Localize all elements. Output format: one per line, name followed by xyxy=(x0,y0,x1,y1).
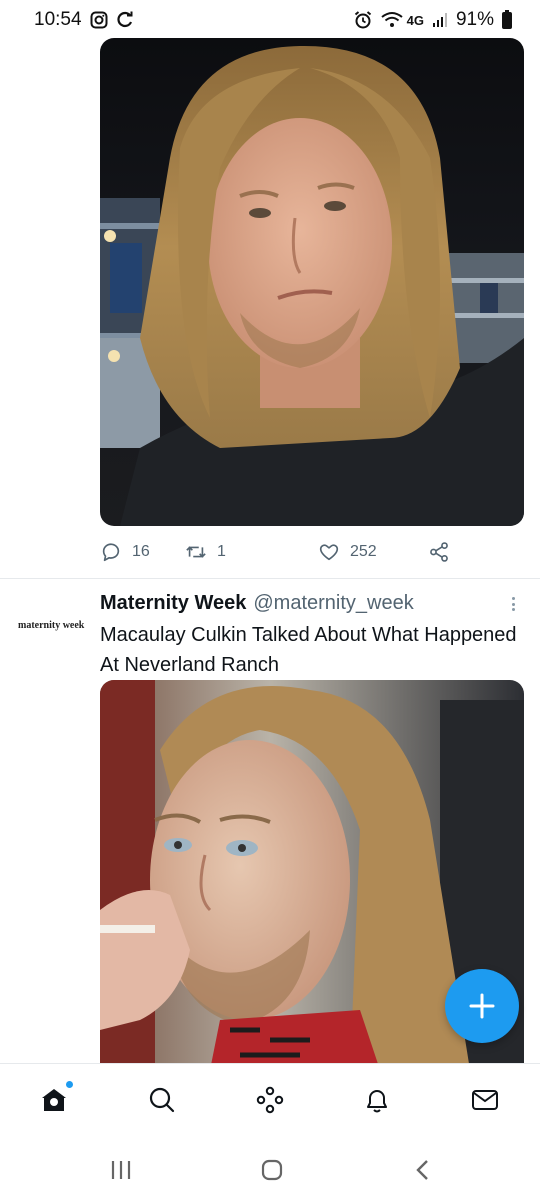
tweet-divider xyxy=(0,578,540,579)
tweet1-photo[interactable] xyxy=(100,38,524,526)
share-icon xyxy=(430,542,448,562)
like-button[interactable]: 252 xyxy=(318,541,377,563)
tweet1-actions: 16 1 252 xyxy=(100,536,480,568)
dot xyxy=(511,602,515,606)
compose-tweet-button[interactable] xyxy=(445,969,519,1043)
plus-icon xyxy=(469,993,495,1019)
nav-spaces[interactable] xyxy=(252,1082,288,1118)
tweet-text: Macaulay Culkin Talked About What Happen… xyxy=(100,624,517,676)
system-home-button[interactable] xyxy=(257,1155,287,1185)
wifi-icon xyxy=(381,11,403,29)
retweet-icon xyxy=(186,546,206,558)
system-nav-bar xyxy=(0,1139,540,1200)
recents-button[interactable] xyxy=(106,1155,136,1185)
heart-icon xyxy=(319,544,339,561)
reply-button[interactable]: 16 xyxy=(100,541,150,563)
retweet-button[interactable]: 1 xyxy=(185,541,226,563)
back-button[interactable] xyxy=(408,1155,438,1185)
battery-icon xyxy=(502,9,512,29)
status-left: 10:54 xyxy=(34,9,134,31)
nav-notifications[interactable] xyxy=(359,1082,395,1118)
reply-count: 16 xyxy=(132,543,150,560)
recents-icon xyxy=(111,1161,131,1179)
alarm-icon xyxy=(353,10,373,30)
tweet2-header: Maternity Week @maternity_week xyxy=(100,592,414,615)
user-handle[interactable]: @maternity_week xyxy=(253,592,413,615)
share-button[interactable] xyxy=(428,541,450,563)
more-options-icon[interactable] xyxy=(505,595,521,613)
battery-percent: 91% xyxy=(455,9,494,30)
mail-icon xyxy=(472,1090,498,1110)
status-bar: 10:54 4G 91% xyxy=(0,0,540,40)
home-icon xyxy=(42,1089,66,1111)
retweet-count: 1 xyxy=(217,543,226,560)
dot xyxy=(511,608,515,611)
bell-icon xyxy=(367,1090,387,1113)
spaces-icon xyxy=(256,1086,284,1114)
nav-home[interactable] xyxy=(36,1080,74,1118)
system-home-icon xyxy=(261,1159,283,1181)
reply-icon xyxy=(102,543,120,562)
nav-search[interactable] xyxy=(144,1082,180,1118)
nav-messages[interactable] xyxy=(467,1082,503,1118)
display-name[interactable]: Maternity Week xyxy=(100,592,246,615)
selfie-photo-image xyxy=(100,38,524,526)
status-right: 4G 91% xyxy=(353,9,512,31)
notification-dot xyxy=(65,1080,74,1089)
dot xyxy=(511,597,515,600)
search-icon xyxy=(149,1087,175,1113)
sync-icon xyxy=(116,11,134,29)
like-count: 252 xyxy=(350,543,377,560)
status-time: 10:54 xyxy=(34,9,82,30)
bottom-nav xyxy=(0,1063,540,1139)
network-type: 4G xyxy=(406,12,424,28)
avatar[interactable]: maternity week xyxy=(18,620,90,631)
instagram-notification-icon xyxy=(90,11,108,29)
signal-icon xyxy=(432,12,448,28)
back-chevron-icon xyxy=(416,1160,428,1180)
